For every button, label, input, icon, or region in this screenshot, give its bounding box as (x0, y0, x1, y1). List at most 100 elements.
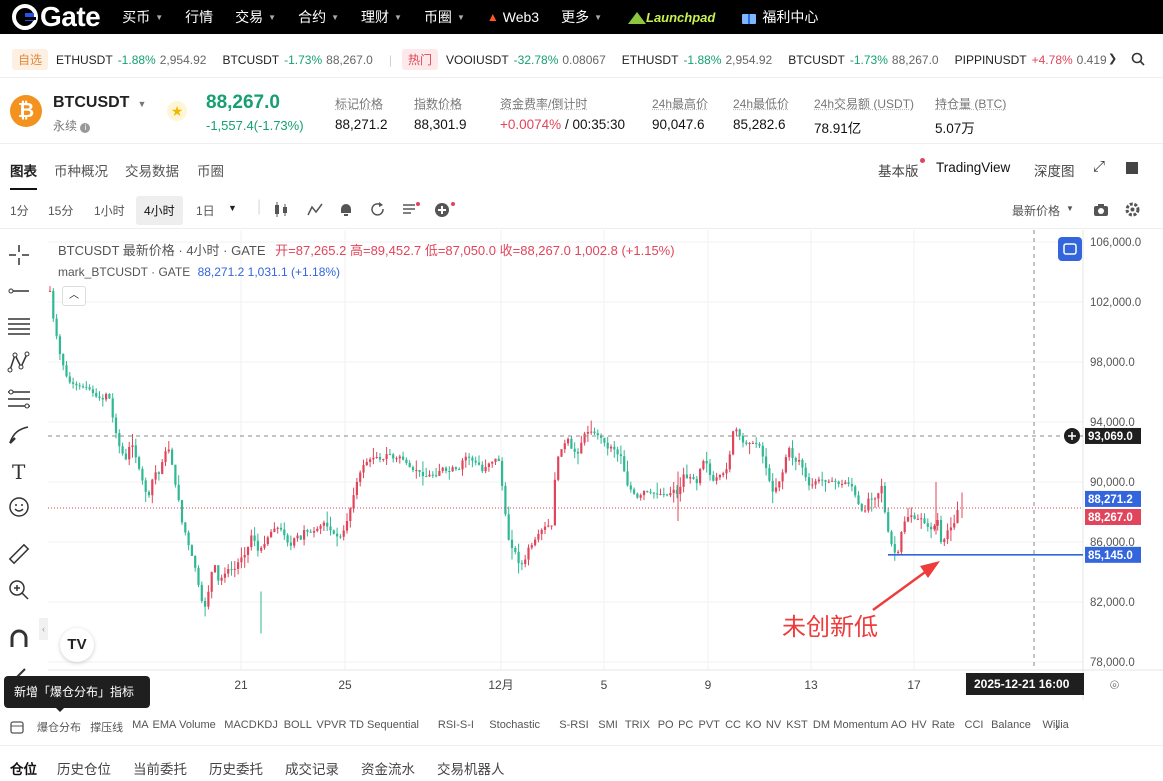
ticker-item[interactable]: PIPPINUSDT +4.78% 0.419 (955, 53, 1106, 67)
templates-icon[interactable] (402, 202, 420, 217)
zoom-in-icon[interactable] (7, 578, 31, 602)
tab-basic[interactable]: 基本版 (878, 160, 919, 180)
indicator-1[interactable]: 撑压线 (90, 719, 123, 735)
indicator-21[interactable]: KST (786, 719, 807, 731)
indicator-11[interactable]: Stochastic (489, 719, 540, 731)
price-chart[interactable]: 106,000.0 102,000.0 98,000.0 94,000.0 90,000… (48, 230, 1163, 700)
interval-1d[interactable]: 1日 (196, 202, 215, 219)
ticker-item[interactable]: ETHUSDT -1.88% 2,954.92 (622, 53, 772, 67)
gate-logo[interactable]: Gate (12, 1, 101, 33)
tab-chart[interactable]: 图表 (10, 160, 37, 190)
tab-coin-overview[interactable]: 币种概况 (54, 160, 108, 180)
ruler-icon[interactable] (7, 542, 31, 566)
indicator-23[interactable]: Momentum (833, 719, 888, 731)
favorites-tag[interactable]: 自选 (12, 49, 49, 70)
chevron-down-icon[interactable]: ▼ (228, 203, 237, 213)
chevron-down-icon[interactable]: ▼ (1066, 204, 1074, 213)
nav-item-6[interactable]: ▲ Web3 (487, 7, 539, 27)
indicator-4[interactable]: Volume (179, 719, 216, 731)
indicator-28[interactable]: Balance (991, 719, 1031, 731)
ticker-item[interactable]: BTCUSDT -1.73% 88,267.0 (222, 53, 372, 67)
indicator-16[interactable]: PC (678, 719, 693, 731)
layout-icon[interactable] (1126, 162, 1138, 174)
indicator-18[interactable]: CC (725, 719, 741, 731)
nav-item-5[interactable]: 币圈 ▼ (424, 7, 465, 27)
indicator-12[interactable]: S-RSI (559, 719, 588, 731)
text-icon[interactable]: T (7, 459, 31, 483)
nav-item-7[interactable]: 更多 ▼ (561, 7, 602, 27)
bottom-tab-3[interactable]: 历史委托 (209, 758, 263, 778)
emoji-icon[interactable] (7, 495, 31, 519)
interval-1m[interactable]: 1分 (10, 202, 29, 219)
indicator-9[interactable]: TD Sequential (349, 719, 419, 731)
indicator-17[interactable]: PVT (699, 719, 720, 731)
info-icon[interactable]: i (80, 123, 91, 133)
nav-item-3[interactable]: 合约 ▼ (298, 7, 339, 27)
indicator-6[interactable]: KDJ (257, 719, 278, 731)
chevron-right-icon[interactable]: › (1055, 719, 1059, 734)
nav-item-4[interactable]: 理财 ▼ (361, 7, 402, 27)
interval-4h[interactable]: 4小时 (136, 196, 183, 225)
indicator-0[interactable]: 爆仓分布 (37, 719, 81, 735)
replay-icon[interactable] (370, 202, 386, 217)
indicator-24[interactable]: AO (891, 719, 907, 731)
calendar-icon[interactable] (10, 720, 24, 734)
indicator-19[interactable]: KO (746, 719, 762, 731)
indicator-20[interactable]: NV (766, 719, 781, 731)
search-icon[interactable] (1131, 52, 1145, 66)
nav-item-0[interactable]: 买币 ▼ (122, 7, 163, 27)
nav-item-1[interactable]: 行情 (185, 7, 213, 27)
bottom-tab-6[interactable]: 交易机器人 (437, 758, 505, 778)
auto-scale-icon[interactable]: ⌾ (1110, 677, 1119, 694)
add-icon[interactable] (434, 201, 456, 218)
ticker-item[interactable]: ETHUSDT -1.88% 2,954.92 (56, 53, 206, 67)
chevron-right-icon[interactable]: ❯ (1108, 52, 1117, 65)
star-icon[interactable]: ★ (167, 101, 187, 121)
indicator-25[interactable]: HV (911, 719, 926, 731)
trend-line-icon[interactable] (7, 279, 31, 303)
ticker-item[interactable]: BTCUSDT -1.73% 88,267.0 (788, 53, 938, 67)
indicator-22[interactable]: DM (813, 719, 830, 731)
chevron-down-icon[interactable]: ▼ (137, 99, 146, 109)
magnet-icon[interactable] (7, 627, 31, 651)
fib-retracement-icon[interactable] (7, 387, 31, 411)
interval-15m[interactable]: 15分 (48, 202, 73, 219)
indicator-7[interactable]: BOLL (284, 719, 312, 731)
pattern-icon[interactable] (7, 350, 31, 374)
collapse-toolbar-icon[interactable]: ‹ (39, 618, 48, 640)
nav-item-2[interactable]: 交易 ▼ (235, 7, 276, 27)
bottom-tab-1[interactable]: 历史仓位 (57, 758, 111, 778)
bottom-tab-2[interactable]: 当前委托 (133, 758, 187, 778)
tab-coin-circle[interactable]: 币圈 (197, 160, 224, 180)
indicator-8[interactable]: VPVR (317, 719, 347, 731)
ticker-item[interactable]: VOOIUSDT -32.78% 0.08067 (446, 53, 606, 67)
indicator-15[interactable]: PO (658, 719, 674, 731)
alert-icon[interactable] (338, 202, 354, 217)
chart-svg[interactable]: 106,000.0 102,000.0 98,000.0 94,000.0 90,000… (48, 230, 1163, 700)
bottom-tab-4[interactable]: 成交记录 (285, 758, 339, 778)
hot-tag[interactable]: 热门 (401, 49, 438, 70)
tab-depth[interactable]: 深度图 (1034, 160, 1075, 180)
indicator-10[interactable]: RSI-S-I (438, 719, 474, 731)
camera-icon[interactable] (1093, 202, 1109, 217)
horizontal-lines-icon[interactable] (7, 314, 31, 338)
candle-type-icon[interactable] (273, 202, 289, 217)
indicator-26[interactable]: Rate (932, 719, 955, 731)
interval-1h[interactable]: 1小时 (94, 202, 125, 219)
indicator-27[interactable]: CCI (965, 719, 984, 731)
launchpad-link[interactable]: Launchpad (628, 10, 715, 25)
welfare-center-link[interactable]: 福利中心 (741, 7, 818, 27)
indicator-2[interactable]: MA (132, 719, 149, 731)
indicator-13[interactable]: SMI (598, 719, 618, 731)
collapse-legend-icon[interactable]: ︿ (62, 286, 86, 306)
indicator-3[interactable]: EMA (153, 719, 177, 731)
settings-icon[interactable] (1125, 202, 1140, 217)
indicator-14[interactable]: TRIX (625, 719, 650, 731)
bottom-tab-5[interactable]: 资金流水 (361, 758, 415, 778)
sync-icon[interactable] (1058, 237, 1082, 261)
symbol-name[interactable]: BTCUSDT ▼ (53, 94, 146, 112)
fullscreen-icon[interactable]: ⤢ (1093, 158, 1105, 175)
crosshair-icon[interactable] (7, 243, 31, 267)
tab-tradingview[interactable]: TradingView (936, 160, 1010, 175)
price-type-select[interactable]: 最新价格 (1012, 202, 1060, 219)
